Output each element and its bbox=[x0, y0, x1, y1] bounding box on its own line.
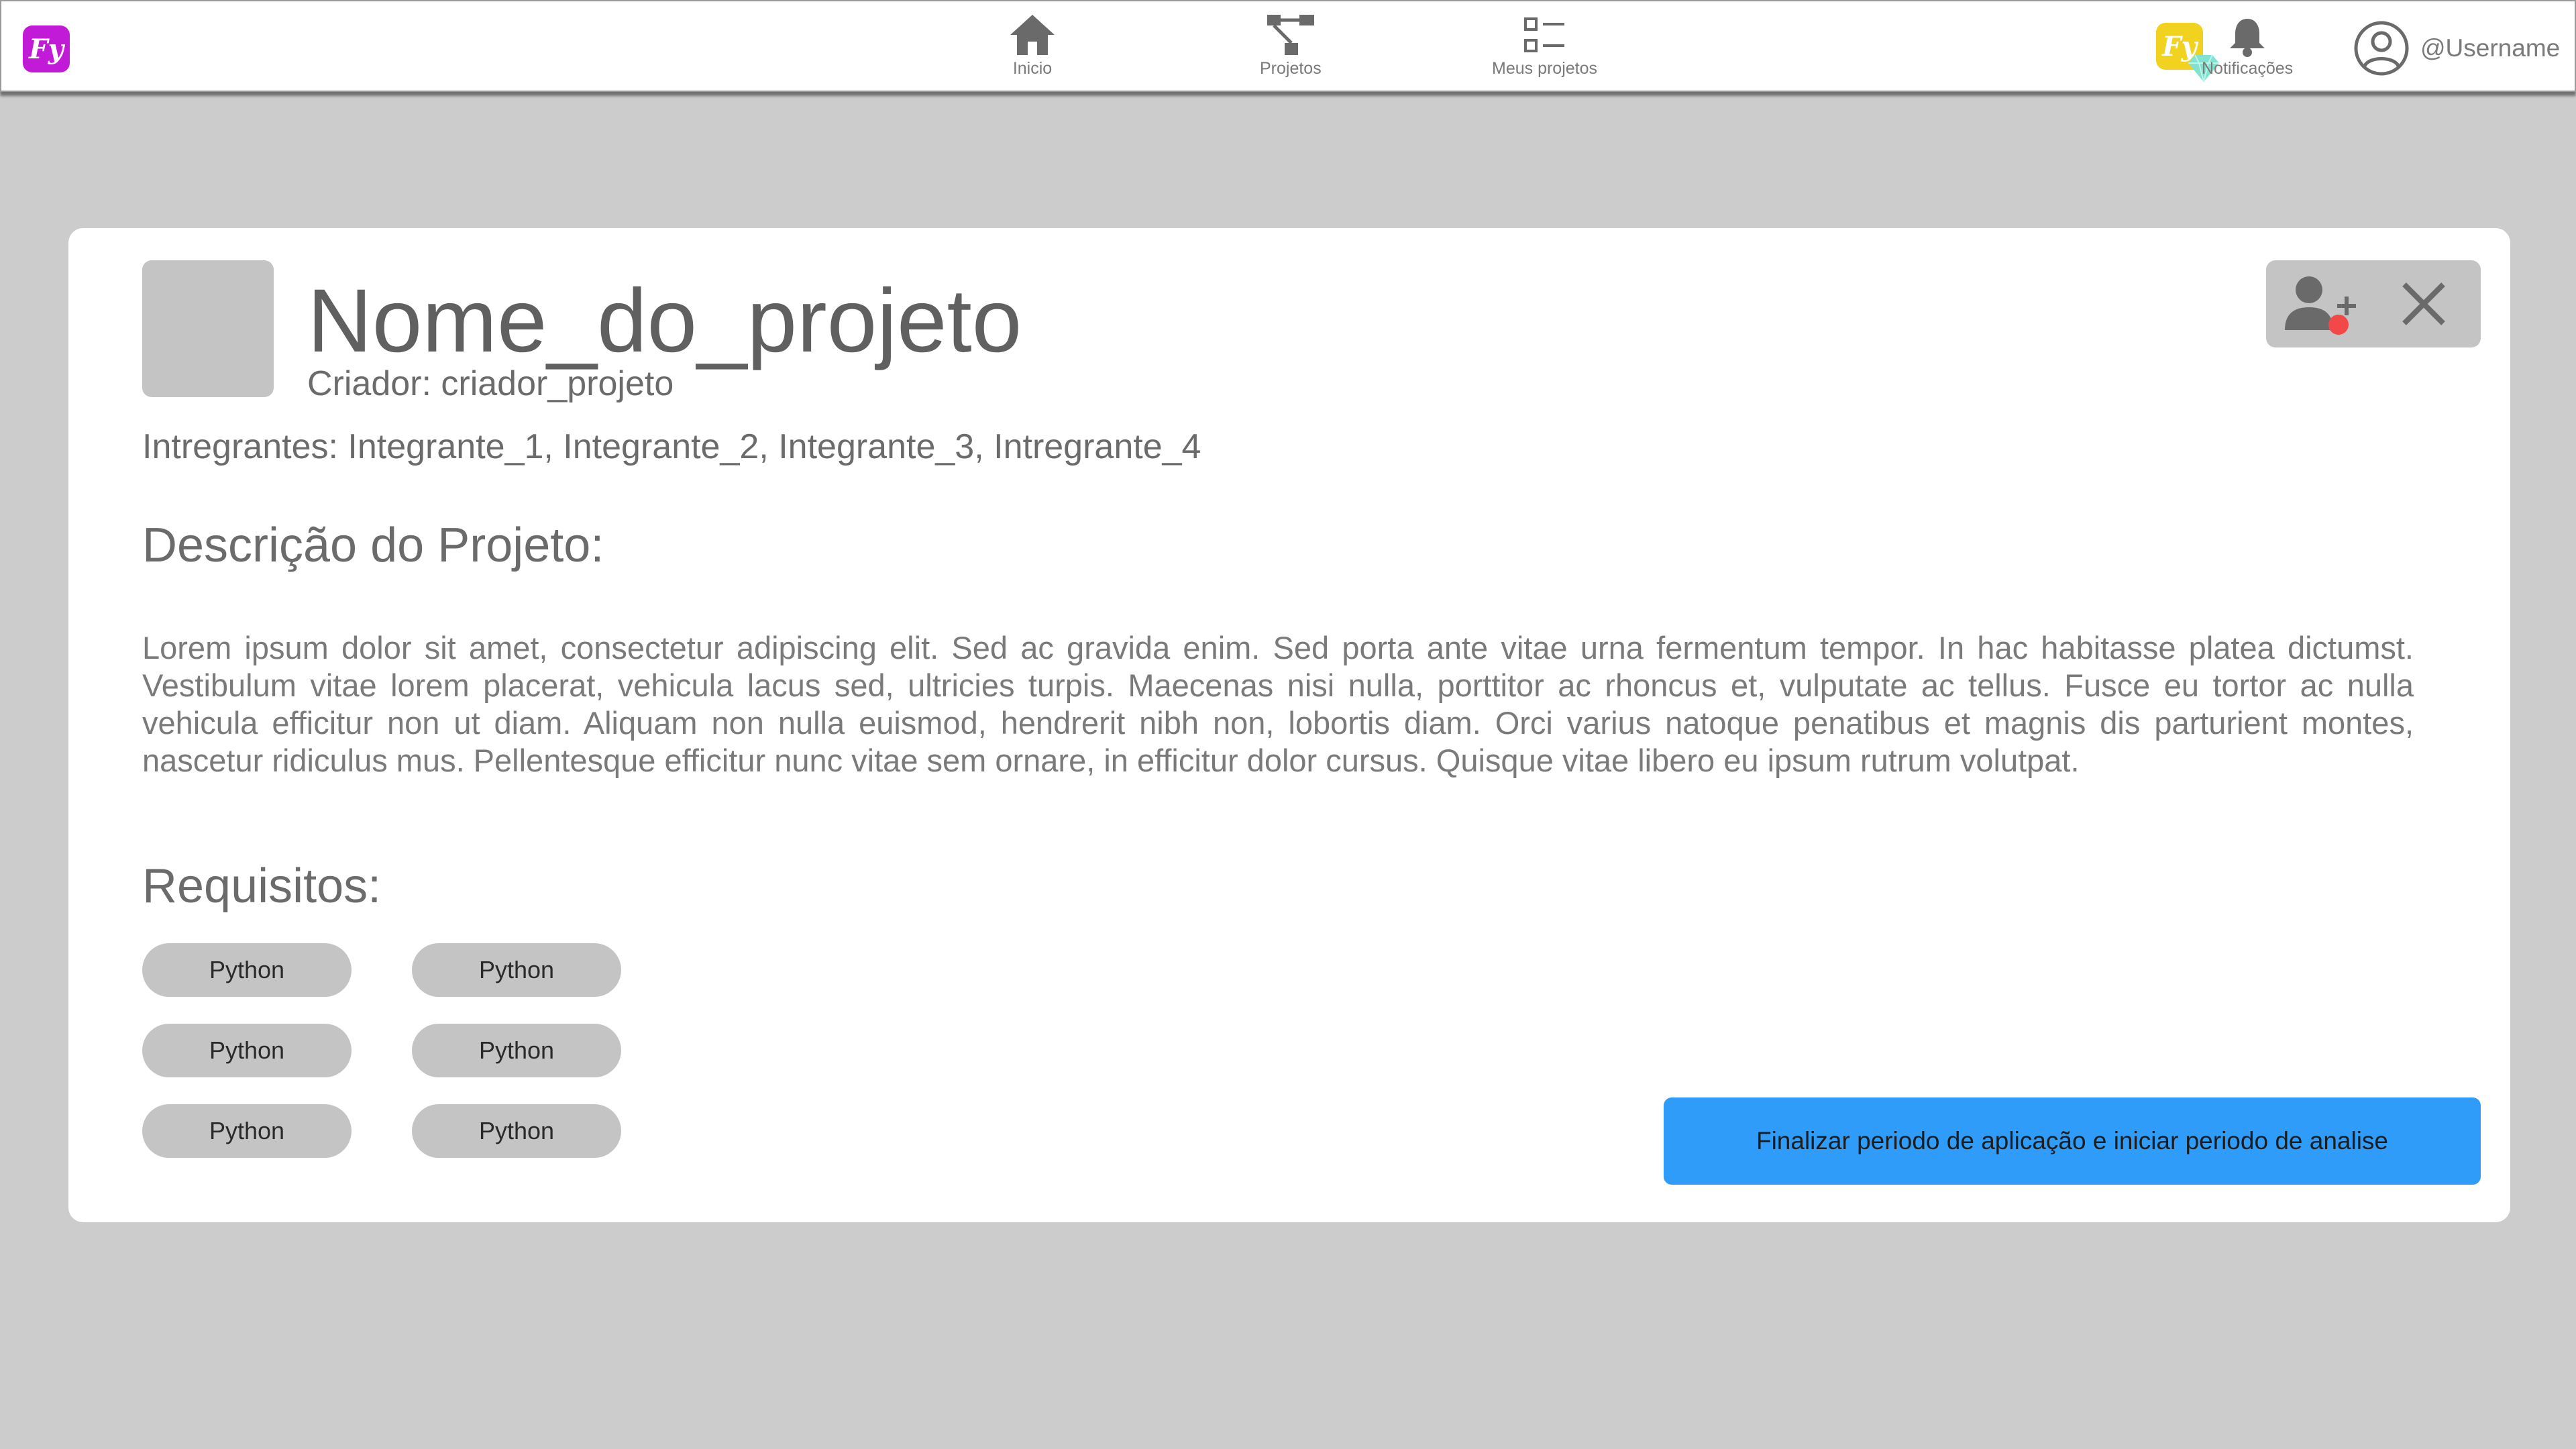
requirements-list: Python Python Python Python Python Pytho… bbox=[142, 943, 621, 1158]
username-label: @Username bbox=[2420, 34, 2561, 62]
nav-meus-projetos[interactable]: Meus projetos bbox=[1492, 13, 1597, 78]
requirement-tag[interactable]: Python bbox=[412, 943, 621, 997]
finalize-period-button[interactable]: Finalizar periodo de aplicação e iniciar… bbox=[1664, 1097, 2481, 1185]
requirements-heading: Requisitos: bbox=[142, 859, 382, 913]
project-members: Intregrantes: Integrante_1, Integrante_2… bbox=[142, 427, 1201, 466]
notification-dot bbox=[2328, 315, 2349, 335]
project-tree-icon bbox=[1267, 15, 1314, 55]
nav-projetos[interactable]: Projetos bbox=[1260, 13, 1322, 78]
notifications-label: Notificações bbox=[2202, 59, 2294, 78]
nav-projetos-label: Projetos bbox=[1260, 59, 1322, 78]
description-heading: Descrição do Projeto: bbox=[142, 519, 604, 572]
project-title: Nome_do_projeto bbox=[307, 271, 1022, 371]
nav-meus-projetos-label: Meus projetos bbox=[1492, 59, 1598, 78]
list-icon bbox=[1523, 17, 1564, 52]
user-avatar-icon bbox=[2354, 21, 2409, 76]
description-text: Lorem ipsum dolor sit amet, consectetur … bbox=[142, 630, 2414, 778]
requirement-tag[interactable]: Python bbox=[142, 1024, 352, 1077]
home-icon bbox=[1010, 15, 1055, 55]
top-navigation-bar: Fy Inicio Projetos Meus projetos Fy Noti… bbox=[0, 0, 2576, 92]
project-thumbnail bbox=[142, 260, 274, 397]
user-menu[interactable]: @Username bbox=[2353, 20, 2560, 76]
requirement-tag[interactable]: Python bbox=[142, 1104, 352, 1158]
notifications-button[interactable]: Notificações bbox=[2202, 16, 2293, 78]
project-card: Nome_do_projeto Criador: criador_projeto… bbox=[68, 228, 2510, 1222]
card-actions bbox=[2266, 260, 2481, 347]
requirement-tag[interactable]: Python bbox=[412, 1104, 621, 1158]
nav-inicio-label: Inicio bbox=[1012, 59, 1053, 78]
bell-icon bbox=[2230, 19, 2265, 57]
add-member-icon[interactable] bbox=[2282, 272, 2363, 337]
close-icon[interactable] bbox=[2400, 280, 2447, 327]
requirement-tag[interactable]: Python bbox=[142, 943, 352, 997]
nav-inicio[interactable]: Inicio bbox=[1009, 13, 1056, 78]
app-logo[interactable]: Fy bbox=[23, 25, 70, 72]
requirement-tag[interactable]: Python bbox=[412, 1024, 621, 1077]
project-creator: Criador: criador_projeto bbox=[307, 364, 674, 403]
